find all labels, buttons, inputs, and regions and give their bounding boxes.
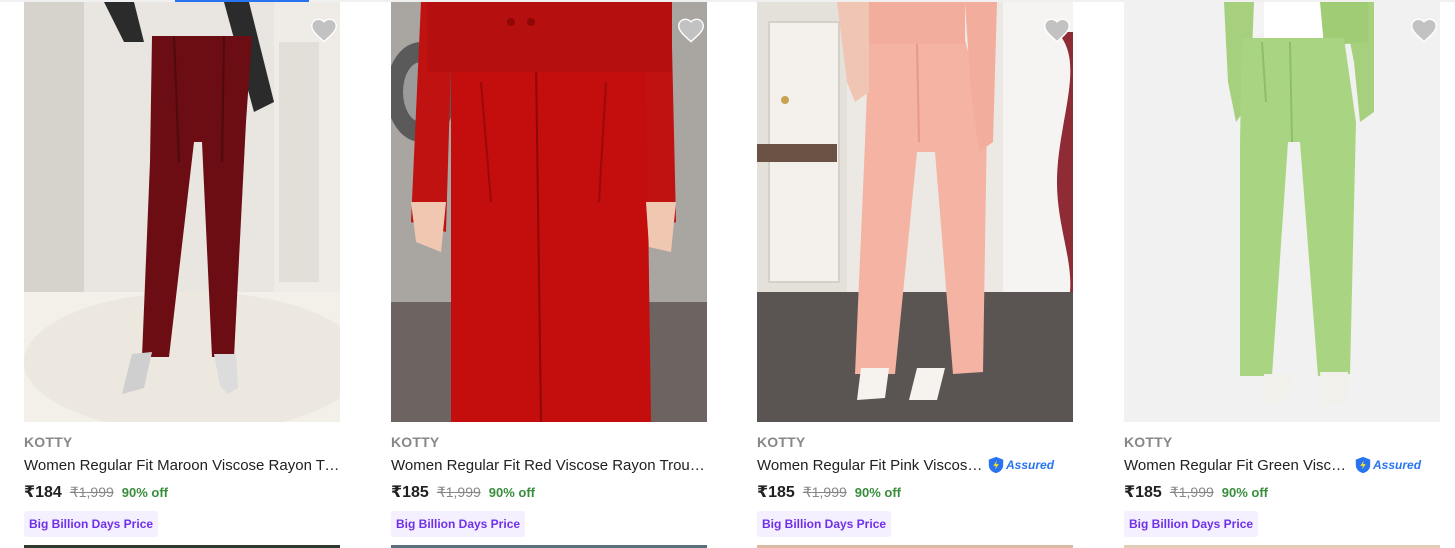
assured-label: Assured bbox=[1373, 458, 1422, 472]
product-image[interactable] bbox=[1124, 2, 1440, 422]
wishlist-heart-icon[interactable] bbox=[1043, 17, 1071, 43]
selling-price: ₹185 bbox=[391, 484, 429, 501]
product-title[interactable]: Women Regular Fit Red Viscose Rayon Trou… bbox=[391, 457, 707, 474]
product-card[interactable]: KOTTY Women Regular Fit Maroon Viscose R… bbox=[24, 0, 340, 548]
product-title-row[interactable]: Women Regular Fit Maroon Viscose Rayon T… bbox=[24, 455, 340, 475]
original-price: ₹1,999 bbox=[69, 484, 114, 500]
product-title[interactable]: Women Regular Fit Pink Viscose Rayon Tro… bbox=[757, 457, 985, 474]
selling-price: ₹184 bbox=[24, 484, 62, 501]
product-image[interactable] bbox=[757, 2, 1073, 422]
product-image[interactable] bbox=[391, 2, 707, 422]
price-row: ₹185 ₹1,999 90% off bbox=[391, 482, 535, 502]
sale-badge: Big Billion Days Price bbox=[24, 511, 159, 537]
discount-percent: 90% off bbox=[121, 485, 169, 500]
selling-price: ₹185 bbox=[1124, 484, 1162, 501]
price-row: ₹184 ₹1,999 90% off bbox=[24, 482, 168, 502]
assured-badge: Assured bbox=[1354, 456, 1421, 474]
product-brand: KOTTY bbox=[1124, 434, 1173, 450]
selling-price: ₹185 bbox=[757, 484, 795, 501]
product-brand: KOTTY bbox=[24, 434, 73, 450]
product-image[interactable] bbox=[24, 2, 340, 422]
assured-badge: Assured bbox=[987, 456, 1054, 474]
wishlist-heart-icon[interactable] bbox=[310, 17, 338, 43]
discount-percent: 90% off bbox=[854, 485, 902, 500]
sale-badge: Big Billion Days Price bbox=[391, 511, 526, 537]
original-price: ₹1,999 bbox=[802, 484, 847, 500]
product-title-row[interactable]: Women Regular Fit Red Viscose Rayon Trou… bbox=[391, 455, 707, 475]
product-grid: KOTTY Women Regular Fit Maroon Viscose R… bbox=[0, 0, 1455, 548]
product-title[interactable]: Women Regular Fit Green Viscose Rayon Tr… bbox=[1124, 457, 1352, 474]
assured-shield-icon bbox=[988, 456, 1004, 474]
product-card[interactable]: KOTTY Women Regular Fit Green Viscose Ra… bbox=[1124, 0, 1440, 548]
discount-percent: 90% off bbox=[1221, 485, 1269, 500]
product-title-row[interactable]: Women Regular Fit Pink Viscose Rayon Tro… bbox=[757, 455, 1073, 475]
original-price: ₹1,999 bbox=[1169, 484, 1214, 500]
discount-percent: 90% off bbox=[488, 485, 536, 500]
sale-badge: Big Billion Days Price bbox=[757, 511, 892, 537]
product-card[interactable]: KOTTY Women Regular Fit Pink Viscose Ray… bbox=[757, 0, 1073, 548]
wishlist-heart-icon[interactable] bbox=[677, 17, 705, 43]
price-row: ₹185 ₹1,999 90% off bbox=[1124, 482, 1268, 502]
wishlist-heart-icon[interactable] bbox=[1410, 17, 1438, 43]
assured-shield-icon bbox=[1355, 456, 1371, 474]
product-title-row[interactable]: Women Regular Fit Green Viscose Rayon Tr… bbox=[1124, 455, 1440, 475]
original-price: ₹1,999 bbox=[436, 484, 481, 500]
assured-label: Assured bbox=[1006, 458, 1055, 472]
sale-badge: Big Billion Days Price bbox=[1124, 511, 1259, 537]
product-brand: KOTTY bbox=[757, 434, 806, 450]
product-title[interactable]: Women Regular Fit Maroon Viscose Rayon T… bbox=[24, 457, 340, 474]
product-card[interactable]: KOTTY Women Regular Fit Red Viscose Rayo… bbox=[391, 0, 707, 548]
product-brand: KOTTY bbox=[391, 434, 440, 450]
price-row: ₹185 ₹1,999 90% off bbox=[757, 482, 901, 502]
